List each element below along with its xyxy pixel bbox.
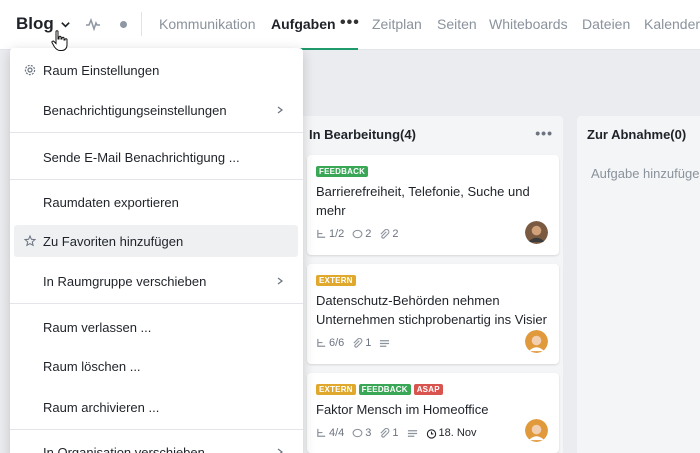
attachments-count: 1 bbox=[379, 427, 399, 439]
menu-divider bbox=[10, 429, 303, 430]
comments-value: 3 bbox=[365, 427, 372, 439]
comments-count: 2 bbox=[352, 228, 371, 240]
comments-count: 3 bbox=[352, 427, 371, 439]
attachments-count: 2 bbox=[379, 228, 399, 240]
tag-asap: ASAP bbox=[413, 384, 443, 395]
clock-icon bbox=[426, 428, 436, 439]
card-title: Datenschutz-Behörden nehmen Unternehmen … bbox=[316, 293, 547, 327]
tag-feedback: FEEDBACK bbox=[316, 166, 369, 177]
comment-icon bbox=[352, 229, 363, 238]
menu-item-label: Benachrichtigungseinstellungen bbox=[43, 102, 227, 118]
avatar bbox=[525, 419, 548, 442]
chevron-right-icon bbox=[277, 277, 283, 285]
menu-divider bbox=[10, 303, 303, 304]
menu-item-raum-loeschen[interactable]: Raum löschen ... bbox=[14, 350, 298, 382]
tab-kommunikation[interactable]: Kommunikation bbox=[159, 16, 256, 32]
hand-cursor-icon bbox=[51, 30, 68, 51]
card-meta: 4/4 3 1 18. Nov bbox=[316, 427, 476, 439]
status-dot bbox=[120, 21, 127, 28]
gear-icon bbox=[24, 64, 36, 76]
menu-item-in-organisation-verschieben[interactable]: In Organisation verschieben bbox=[14, 436, 298, 453]
tag-feedback: FEEDBACK bbox=[358, 384, 411, 395]
room-title: Blog bbox=[16, 14, 54, 33]
subtasks-count: 1/2 bbox=[316, 228, 344, 240]
add-task-button[interactable]: Aufgabe hinzufügen bbox=[591, 166, 700, 181]
paperclip-icon bbox=[353, 337, 363, 348]
task-card[interactable]: EXTERN FEEDBACK ASAP Faktor Mensch im Ho… bbox=[307, 373, 559, 453]
subtasks-value: 4/4 bbox=[329, 427, 345, 439]
due-date-value: 18. Nov bbox=[438, 427, 477, 439]
attachments-value: 1 bbox=[365, 337, 372, 349]
subtasks-value: 6/6 bbox=[329, 337, 345, 349]
menu-item-zu-favoriten[interactable]: Zu Favoriten hinzufügen bbox=[14, 225, 298, 257]
column-title: In Bearbeitung(4) bbox=[309, 127, 416, 142]
tab-dateien[interactable]: Dateien bbox=[582, 16, 630, 32]
comments-value: 2 bbox=[365, 228, 372, 240]
top-navigation-bar: Blog Kommunikation Aufgaben ••• Zeitplan… bbox=[0, 0, 700, 50]
menu-item-sende-email[interactable]: Sende E-Mail Benachrichtigung ... bbox=[14, 141, 298, 173]
star-icon bbox=[24, 235, 36, 247]
column-zur-abnahme: Zur Abnahme(0) Aufgabe hinzufügen bbox=[577, 116, 700, 453]
chevron-right-icon bbox=[277, 448, 283, 453]
card-meta: 6/6 1 bbox=[316, 337, 390, 349]
attachments-value: 2 bbox=[392, 228, 399, 240]
menu-item-raumdaten-exportieren[interactable]: Raumdaten exportieren bbox=[14, 186, 298, 218]
subtasks-icon bbox=[317, 229, 326, 238]
tab-whiteboards[interactable]: Whiteboards bbox=[489, 16, 568, 32]
subtasks-icon bbox=[317, 338, 326, 347]
menu-divider bbox=[10, 179, 303, 180]
attachments-value: 1 bbox=[392, 427, 399, 439]
menu-item-raum-einstellungen[interactable]: Raum Einstellungen bbox=[14, 54, 298, 86]
menu-item-label: Zu Favoriten hinzufügen bbox=[43, 233, 184, 249]
menu-divider bbox=[10, 132, 303, 133]
room-menu-dropdown: Raum Einstellungen Benachrichtigungseins… bbox=[10, 48, 303, 453]
tab-more-button[interactable]: ••• bbox=[340, 14, 360, 32]
due-date: 18. Nov bbox=[426, 427, 477, 439]
card-meta: 1/2 2 2 bbox=[316, 228, 399, 240]
subtasks-value: 1/2 bbox=[329, 228, 345, 240]
menu-item-benachrichtigungseinstellungen[interactable]: Benachrichtigungseinstellungen bbox=[14, 94, 298, 126]
column-more-button[interactable]: ••• bbox=[535, 125, 553, 141]
tab-zeitplan[interactable]: Zeitplan bbox=[372, 16, 422, 32]
card-title: Barrierefreiheit, Telefonie, Suche und m… bbox=[316, 184, 530, 218]
avatar bbox=[525, 330, 548, 353]
menu-item-label: In Organisation verschieben bbox=[43, 444, 205, 453]
activity-icon[interactable] bbox=[86, 17, 100, 31]
menu-item-label: Raum löschen ... bbox=[43, 358, 141, 374]
task-card[interactable]: EXTERN Datenschutz-Behörden nehmen Unter… bbox=[307, 264, 559, 364]
menu-item-label: Raumdaten exportieren bbox=[43, 194, 179, 210]
task-card[interactable]: FEEDBACK Barrierefreiheit, Telefonie, Su… bbox=[307, 155, 559, 255]
attachments-count: 1 bbox=[352, 337, 371, 349]
comment-icon bbox=[352, 428, 363, 437]
tag-extern: EXTERN bbox=[316, 384, 356, 395]
menu-item-label: Raum archivieren ... bbox=[43, 399, 160, 415]
chevron-right-icon bbox=[277, 106, 283, 114]
card-title: Faktor Mensch im Homeoffice bbox=[316, 402, 489, 417]
menu-item-raum-verlassen[interactable]: Raum verlassen ... bbox=[14, 311, 298, 343]
avatar bbox=[525, 221, 548, 244]
chevron-down-icon bbox=[61, 21, 70, 28]
subtasks-count: 4/4 bbox=[316, 427, 344, 439]
tab-aufgaben[interactable]: Aufgaben bbox=[271, 16, 336, 32]
menu-item-label: In Raumgruppe verschieben bbox=[43, 273, 207, 289]
description-icon bbox=[380, 339, 390, 347]
menu-item-raum-archivieren[interactable]: Raum archivieren ... bbox=[14, 391, 298, 423]
paperclip-icon bbox=[380, 228, 390, 239]
tag-extern: EXTERN bbox=[316, 275, 356, 286]
tag-list: FEEDBACK bbox=[316, 166, 369, 177]
menu-item-in-raumgruppe-verschieben[interactable]: In Raumgruppe verschieben bbox=[14, 265, 298, 297]
menu-item-label: Raum Einstellungen bbox=[43, 62, 160, 78]
description-icon bbox=[407, 429, 417, 437]
column-title: Zur Abnahme(0) bbox=[587, 127, 687, 142]
divider bbox=[141, 12, 142, 36]
menu-item-label: Raum verlassen ... bbox=[43, 319, 152, 335]
tab-kalender[interactable]: Kalender bbox=[644, 16, 700, 32]
tab-seiten[interactable]: Seiten bbox=[437, 16, 477, 32]
tag-list: EXTERN bbox=[316, 275, 356, 286]
subtasks-icon bbox=[317, 428, 326, 437]
menu-item-label: Sende E-Mail Benachrichtigung ... bbox=[43, 149, 240, 165]
subtasks-count: 6/6 bbox=[316, 337, 344, 349]
paperclip-icon bbox=[380, 427, 390, 438]
tag-list: EXTERN FEEDBACK ASAP bbox=[316, 384, 443, 395]
